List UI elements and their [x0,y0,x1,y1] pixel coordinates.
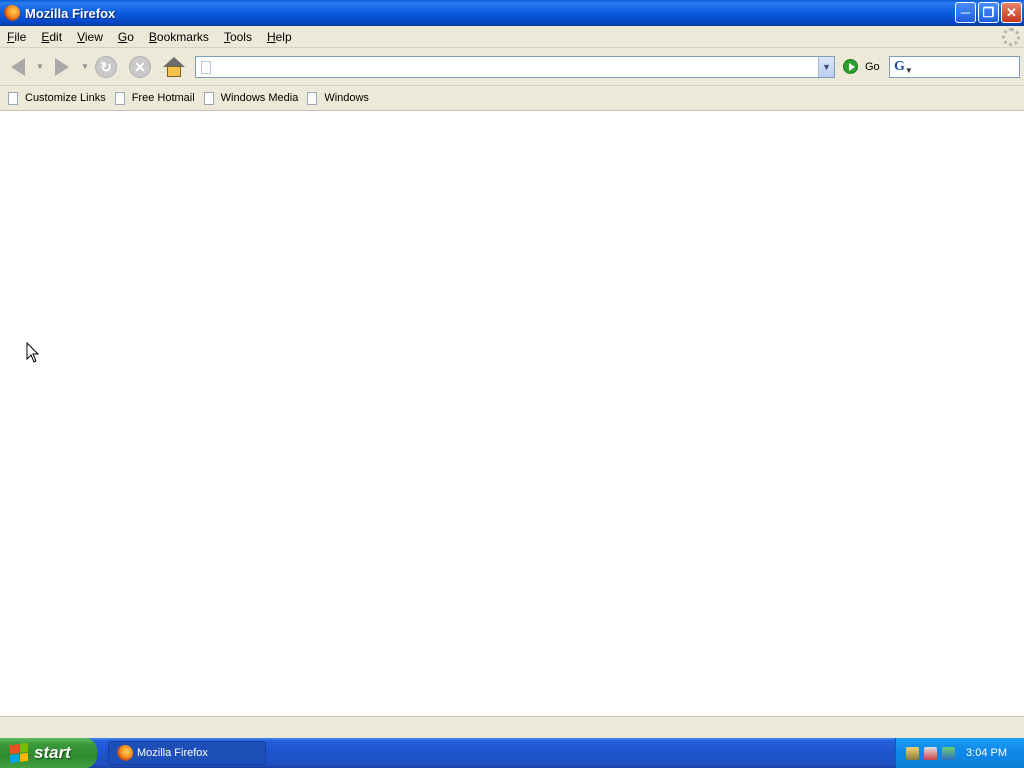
menu-view[interactable]: View [70,30,111,44]
taskbar: start Mozilla Firefox 3:04 PM [0,738,1024,768]
stop-button[interactable]: ✕ [126,53,154,81]
back-history-dropdown-icon[interactable]: ▼ [36,62,44,71]
url-history-dropdown-icon[interactable]: ▼ [818,57,834,77]
page-content[interactable] [0,111,1024,716]
window-title: Mozilla Firefox [25,5,116,21]
go-arrow-icon [843,59,858,74]
search-box[interactable]: G ▼ [889,56,1020,78]
messenger-icon[interactable] [942,746,955,760]
back-button[interactable] [4,53,32,81]
taskbar-item-firefox[interactable]: Mozilla Firefox [108,741,266,765]
stop-icon: ✕ [129,56,151,78]
bookmark-windows-media[interactable]: Windows Media [203,91,299,105]
windows-logo-icon [10,742,28,764]
firefox-icon [117,745,133,761]
go-button[interactable]: Go [843,59,880,74]
menu-mnemonic: B [148,29,157,44]
forward-history-dropdown-icon[interactable]: ▼ [81,62,89,71]
menu-label: ookmarks [156,29,209,44]
menu-mnemonic: V [77,29,85,44]
close-button[interactable]: ✕ [1001,2,1022,23]
bookmark-page-icon [8,91,18,105]
network-icon[interactable] [906,746,919,760]
bookmark-page-icon [307,91,318,105]
menu-label: elp [275,29,292,44]
system-tray: 3:04 PM [895,738,1024,768]
taskbar-item-label: Mozilla Firefox [137,747,208,759]
start-button[interactable]: start [0,738,97,768]
forward-arrow-icon [55,58,69,76]
bookmarks-toolbar: Customize Links Free Hotmail Windows Med… [0,86,1024,111]
bookmark-customize-links[interactable]: Customize Links [8,91,106,105]
menu-help[interactable]: Help [260,30,300,44]
close-icon: ✕ [1006,4,1017,20]
forward-button[interactable] [48,53,76,81]
go-label: Go [865,60,880,73]
menu-file[interactable]: File [0,30,34,44]
menu-label: ile [14,29,27,44]
search-engine-dropdown-icon[interactable]: ▼ [905,66,913,75]
url-input[interactable] [215,58,818,76]
clock[interactable]: 3:04 PM [966,747,1007,759]
menu-label: iew [84,29,103,44]
bookmark-windows[interactable]: Windows [307,91,369,105]
menu-label: dit [49,29,63,44]
back-arrow-icon [11,58,25,76]
menu-tools[interactable]: Tools [217,30,260,44]
menu-bar: File Edit View Go Bookmarks Tools Help [0,26,1024,48]
bookmark-label: Customize Links [25,92,106,104]
start-label: start [34,743,71,762]
reload-button[interactable]: ↻ [92,53,120,81]
menu-mnemonic: H [266,29,276,44]
bookmark-label: Windows Media [220,92,299,104]
reload-icon: ↻ [95,56,117,78]
restore-button[interactable]: ❐ [978,2,999,23]
throbber-icon [1002,28,1020,46]
firefox-icon [4,5,20,21]
minimize-icon: ─ [960,5,971,20]
home-button[interactable] [160,53,188,81]
page-icon [201,60,211,74]
menu-label: o [127,29,134,44]
menu-bookmarks[interactable]: Bookmarks [142,30,217,44]
menu-edit[interactable]: Edit [34,30,70,44]
minimize-button[interactable]: ─ [955,2,976,23]
menu-mnemonic: G [117,29,128,44]
home-icon [163,57,185,77]
search-input[interactable] [912,58,1019,76]
menu-go[interactable]: Go [111,30,142,44]
bookmark-label: Windows [324,92,369,104]
bookmark-free-hotmail[interactable]: Free Hotmail [114,91,195,105]
title-bar[interactable]: Mozilla Firefox ─ ❐ ✕ [0,0,1024,26]
bookmark-label: Free Hotmail [131,92,195,104]
menu-label: ools [229,29,252,44]
bookmark-page-icon [203,91,214,105]
url-bar[interactable]: ▼ [195,56,835,78]
status-bar [0,716,1024,738]
restore-icon: ❐ [982,4,995,20]
search-engine-icon[interactable]: G [894,59,905,75]
security-alert-icon[interactable] [924,746,937,760]
bookmark-page-icon [114,91,125,105]
